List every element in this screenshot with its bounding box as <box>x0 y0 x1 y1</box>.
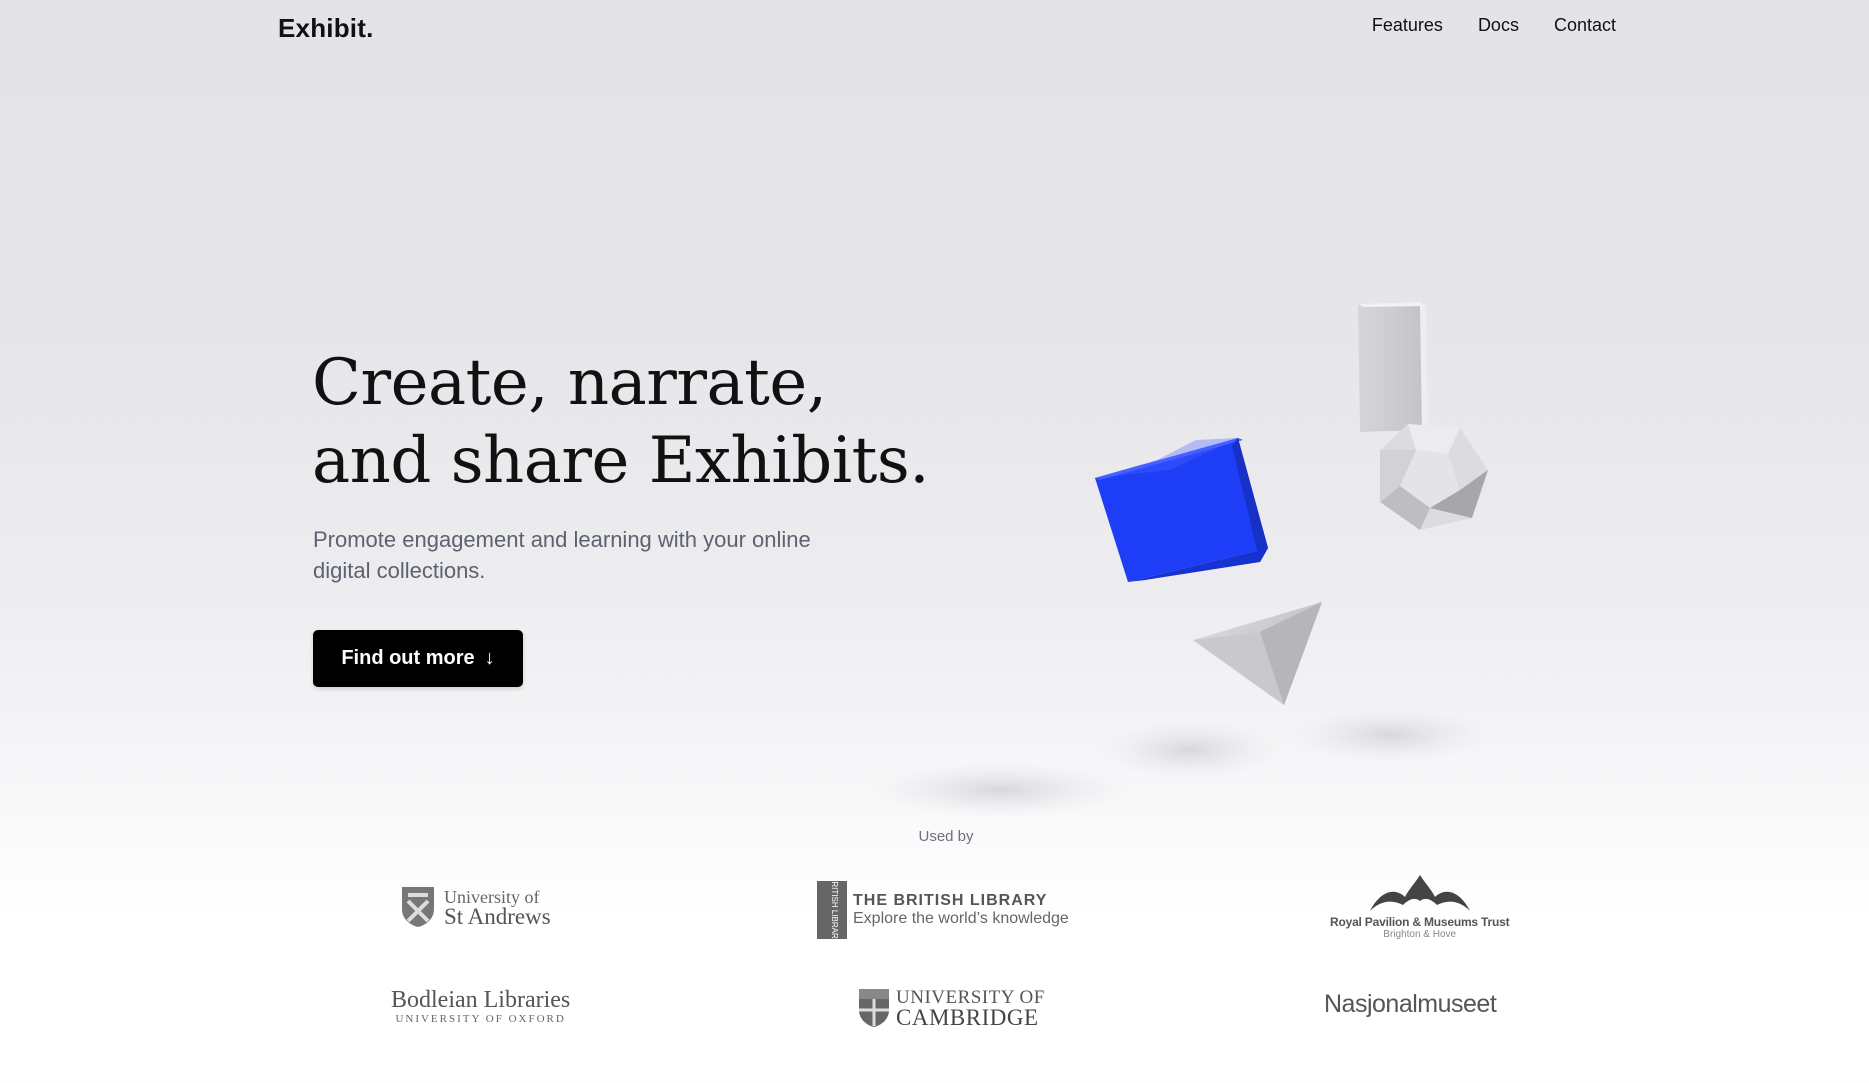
shield-icon <box>402 887 434 927</box>
arrow-down-icon: ↓ <box>484 647 495 669</box>
find-out-more-label: Find out more <box>341 647 475 669</box>
british-library-line-2: Explore the world’s knowledge <box>853 910 1069 927</box>
slab-shape <box>1358 302 1428 432</box>
cambridge-text: UNIVERSITY OF CAMBRIDGE <box>896 988 1045 1030</box>
crest-icon <box>859 989 889 1027</box>
nav-link-features[interactable]: Features <box>1372 15 1443 36</box>
hero-3d-shapes-illustration <box>870 302 1490 818</box>
hero-title-line-1: Create, narrate, <box>312 346 827 420</box>
pyramid-shape <box>1193 602 1322 705</box>
blue-cube-shape <box>1095 438 1268 582</box>
hero-title: Create, narrate, and share Exhibits. <box>312 344 952 500</box>
shadow-shape <box>1100 720 1280 780</box>
nav-link-contact[interactable]: Contact <box>1554 15 1616 36</box>
royal-pavilion-line-2: Brighton & Hove <box>1383 929 1457 940</box>
logo-bodleian: Bodleian Libraries UNIVERSITY OF OXFORD <box>391 987 570 1025</box>
svg-text:BRITISH LIBRARY: BRITISH LIBRARY <box>830 881 839 939</box>
st-andrews-text: University of St Andrews <box>444 887 551 929</box>
shadow-shape <box>1290 707 1490 763</box>
hero-title-line-2: and share Exhibits. <box>312 424 930 498</box>
logo-royal-pavilion: Royal Pavilion & Museums Trust Brighton … <box>1330 873 1510 940</box>
hero-subtitle: Promote engagement and learning with you… <box>313 527 811 583</box>
logo-st-andrews: University of St Andrews <box>400 885 551 929</box>
dodecahedron-shape <box>1380 424 1488 530</box>
logo-british-library: BRITISH LIBRARY THE BRITISH LIBRARY Expl… <box>817 881 1069 939</box>
british-library-text: THE BRITISH LIBRARY Explore the world’s … <box>853 892 1069 928</box>
cambridge-line-2: CAMBRIDGE <box>896 1005 1039 1030</box>
pavilion-domes-icon <box>1369 875 1470 911</box>
shadow-shape <box>870 762 1130 818</box>
site-logo[interactable]: Exhibit. <box>278 13 374 44</box>
royal-pavilion-line-1: Royal Pavilion & Museums Trust <box>1330 915 1510 929</box>
british-library-badge-icon: BRITISH LIBRARY <box>817 881 847 939</box>
bodleian-line-1: Bodleian Libraries <box>391 987 571 1013</box>
find-out-more-button[interactable]: Find out more ↓ <box>313 630 523 687</box>
bodleian-line-2: UNIVERSITY OF OXFORD <box>395 1013 566 1025</box>
used-by-label: Used by <box>918 828 974 845</box>
main-nav: Features Docs Contact <box>1372 15 1616 36</box>
site-header: Exhibit. Features Docs Contact <box>0 0 1869 60</box>
st-andrews-line-2: St Andrews <box>444 904 551 929</box>
logo-nasjonalmuseet: Nasjonalmuseet <box>1324 990 1497 1018</box>
british-library-line-1: THE BRITISH LIBRARY <box>853 892 1048 909</box>
logo-cambridge: UNIVERSITY OF CAMBRIDGE <box>858 988 1045 1030</box>
nav-link-docs[interactable]: Docs <box>1478 15 1519 36</box>
